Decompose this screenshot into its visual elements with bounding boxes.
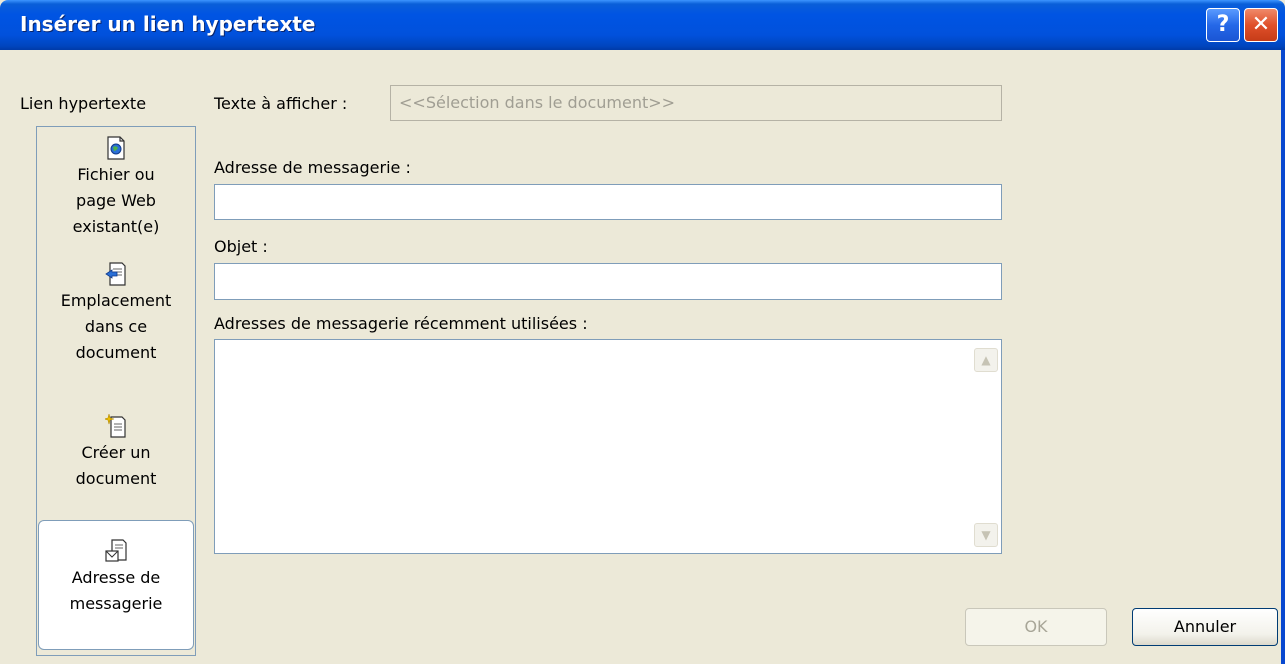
nav-label-line: Adresse de [71,568,161,587]
display-text-field[interactable]: <<Sélection dans le document>> [390,85,1002,121]
ok-button[interactable]: OK [965,608,1107,646]
nav-label-line: messagerie [69,594,163,613]
nav-item-email-address[interactable]: Adresse de messagerie [38,520,194,650]
nav-label-line: dans ce [84,317,148,336]
nav-item-place-in-document[interactable]: Emplacement dans ce document [38,262,194,366]
scroll-down-arrow-icon[interactable]: ▼ [974,523,998,547]
scroll-up-arrow-icon[interactable]: ▲ [974,348,998,372]
nav-label-line: document [75,343,157,362]
display-text-label: Texte à afficher : [214,94,348,113]
dialog-title: Insérer un lien hypertexte [20,12,316,36]
nav-item-existing-file-or-web-page[interactable]: Fichier ou page Web existant(e) [38,136,194,240]
recent-addresses-listbox[interactable]: ▲ ▼ [214,339,1002,554]
email-address-label: Adresse de messagerie : [214,158,411,177]
listbox-scrollbar[interactable]: ▲ ▼ [971,340,1001,553]
window-frame-edge [1281,50,1285,664]
insert-hyperlink-dialog: Insérer un lien hypertexte ? ✕ Lien hype… [0,0,1285,664]
close-button[interactable]: ✕ [1244,8,1278,42]
title-bar[interactable]: Insérer un lien hypertexte ? ✕ [0,0,1285,50]
nav-label-line: Emplacement [60,291,172,310]
nav-label-line: Créer un [81,443,151,462]
email-address-icon [105,539,127,562]
nav-label-line: page Web [76,191,156,210]
help-button[interactable]: ? [1206,8,1240,42]
web-page-file-icon [107,136,125,160]
nav-item-create-new-document[interactable]: Créer un document [38,414,194,492]
sidebar-heading: Lien hypertexte [20,94,147,113]
nav-label-line: existant(e) [72,217,160,236]
cancel-button[interactable]: Annuler [1132,608,1278,646]
document-location-icon [105,262,126,286]
nav-label-line: document [75,469,157,488]
subject-label: Objet : [214,237,268,256]
recent-addresses-label: Adresses de messagerie récemment utilisé… [214,314,588,333]
nav-label-line: Fichier ou [77,165,155,184]
new-document-icon [105,414,126,438]
subject-field[interactable] [214,263,1002,300]
email-address-field[interactable] [214,184,1002,220]
